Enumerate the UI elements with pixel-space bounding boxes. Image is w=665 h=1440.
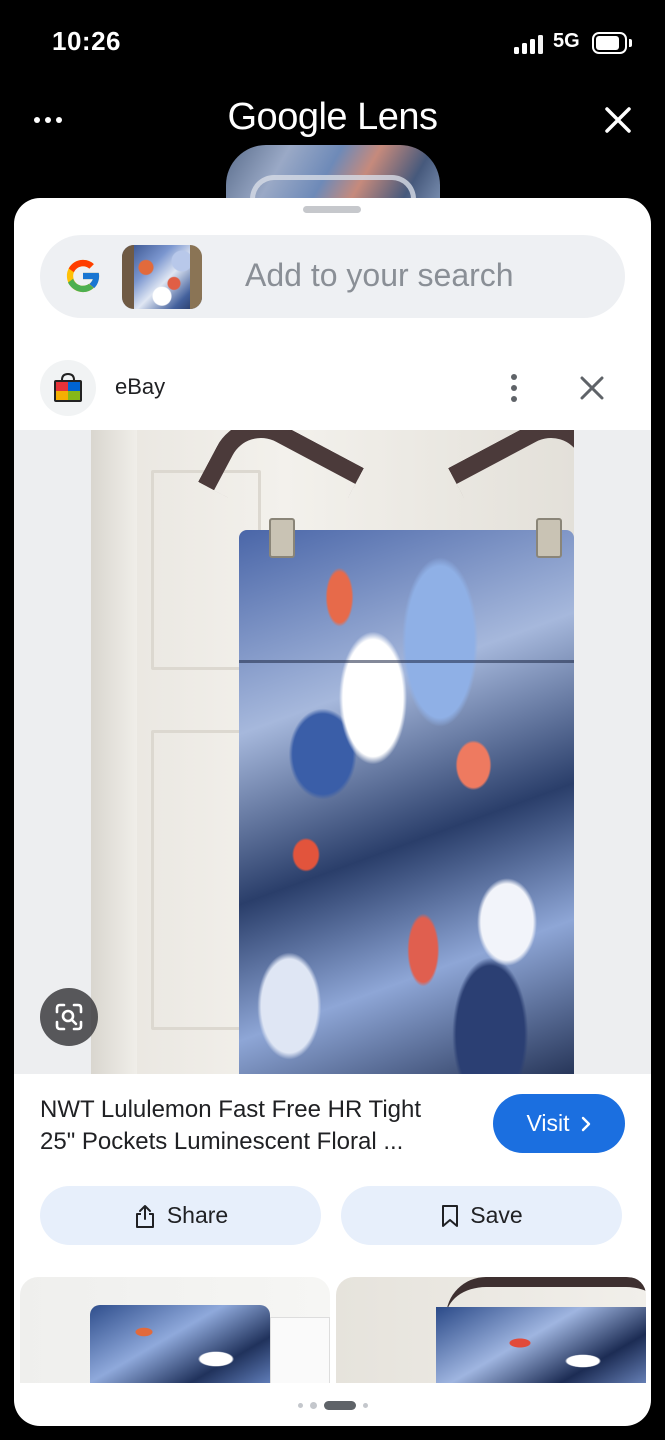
status-bar: 10:26 5G <box>0 0 665 86</box>
search-input[interactable]: Add to your search <box>40 235 625 318</box>
leggings-photo <box>239 530 574 1074</box>
page-dot <box>362 1402 368 1408</box>
signal-icon <box>514 34 544 54</box>
share-icon <box>135 1204 154 1228</box>
sheet-drag-handle[interactable] <box>303 206 361 213</box>
related-result-thumbnail[interactable] <box>20 1277 330 1383</box>
battery-icon <box>592 32 632 54</box>
more-vertical-icon <box>511 374 517 380</box>
close-icon[interactable] <box>596 98 640 142</box>
share-label: Share <box>166 1202 229 1228</box>
lens-search-icon[interactable] <box>40 988 98 1046</box>
selected-region-thumbnail[interactable] <box>122 245 202 309</box>
result-product-image[interactable] <box>91 430 574 1074</box>
share-button[interactable]: Share <box>40 1186 321 1245</box>
result-title-line2[interactable]: 25" Pockets Luminescent Floral ... <box>40 1126 470 1158</box>
result-title[interactable]: NWT Lululemon Fast Free HR Tight 25" Poc… <box>40 1094 470 1158</box>
search-placeholder: Add to your search <box>245 257 514 293</box>
result-image-area[interactable] <box>14 430 651 1074</box>
page-dot <box>309 1401 317 1409</box>
visit-button[interactable]: Visit <box>493 1094 625 1153</box>
page-indicator <box>14 1398 651 1412</box>
google-g-logo <box>66 259 101 293</box>
bookmark-icon <box>442 1204 459 1227</box>
related-result-thumbnail[interactable] <box>336 1277 646 1383</box>
visit-label: Visit <box>526 1110 570 1136</box>
save-label: Save <box>470 1202 523 1228</box>
result-close-icon[interactable] <box>574 370 610 406</box>
ebay-shopping-bag-icon <box>40 360 96 416</box>
status-time: 10:26 <box>52 26 121 56</box>
results-sheet: Add to your search eBay NWT Lululemon Fa… <box>14 198 651 1426</box>
chevron-right-icon <box>581 1116 590 1131</box>
page-dot-active <box>323 1400 356 1410</box>
app-title: Google Lens <box>227 96 439 138</box>
result-source-name: eBay <box>115 374 166 399</box>
result-title-line1[interactable]: NWT Lululemon Fast Free HR Tight <box>40 1094 470 1126</box>
result-more-button[interactable] <box>500 370 528 406</box>
page-dot <box>297 1402 303 1408</box>
network-type: 5G <box>553 30 580 52</box>
result-source-header: eBay <box>14 348 651 428</box>
save-button[interactable]: Save <box>341 1186 622 1245</box>
